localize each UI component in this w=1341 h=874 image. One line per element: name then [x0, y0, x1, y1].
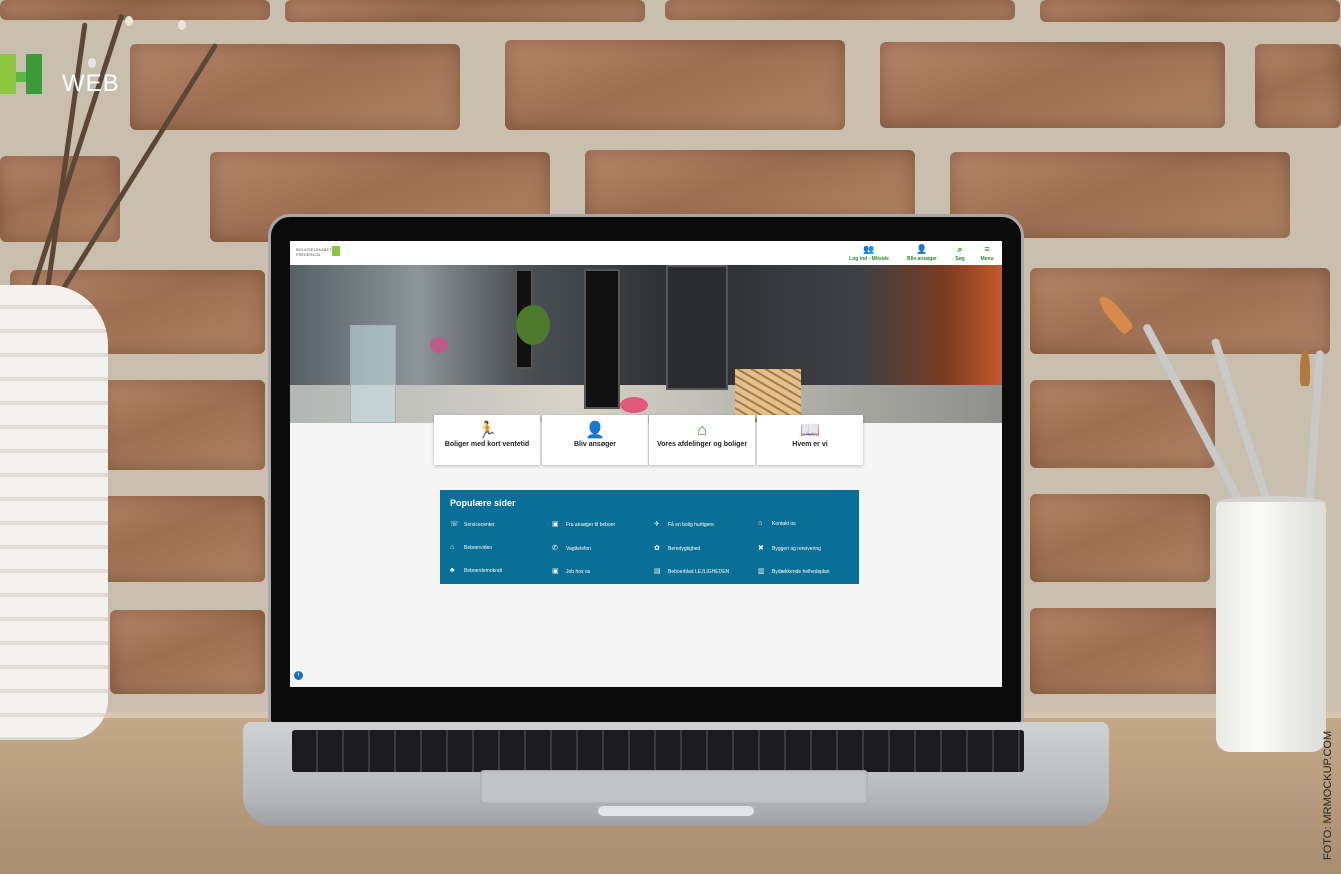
popular-link-label: Beredygtighed: [668, 546, 701, 552]
running-icon: 🏃: [477, 422, 497, 439]
users-icon: 👥: [863, 244, 875, 254]
nav-login-label: Log ind - Mitside: [849, 256, 889, 262]
popular-link-label: Byggeri og renovering: [772, 546, 821, 552]
popular-link-label: Kontakt os: [772, 521, 796, 527]
nav-menu[interactable]: ≡ Menu: [976, 244, 998, 262]
popular-link-label: Bydækkende helhedsplan: [772, 569, 830, 575]
tile-departments[interactable]: ⌂ Vores afdelinger og boliger: [649, 415, 755, 465]
laptop-keyboard: [292, 730, 1024, 772]
popular-link[interactable]: ▣ Job hos os: [552, 567, 590, 575]
hero-image: [290, 265, 1002, 423]
tile-about-label: Hvem er vi: [792, 441, 828, 448]
popular-link-label: Vagttelefon: [566, 546, 591, 552]
browser-screen: BOLIGSELSKABET FREDERICIA 👥 Log ind - Mi…: [290, 241, 1002, 687]
brand-label: WEB: [62, 70, 120, 97]
popular-pages: Populære sider ☏ Servicecenter ▣ Fra ansøg…: [440, 490, 859, 584]
add-user-icon: 👤: [916, 244, 928, 254]
popular-link[interactable]: ✿ Beredygtighed: [654, 544, 700, 552]
tile-departments-label: Vores afdelinger og boliger: [656, 441, 748, 448]
house-video-icon: ⌂: [450, 544, 455, 551]
site-logo-mark[interactable]: [332, 246, 340, 256]
tile-apply-label: Bliv ansøger: [573, 441, 616, 448]
popular-link[interactable]: ▣ Fra ansøger til beboer: [552, 520, 615, 528]
vase: [0, 285, 108, 740]
photo-credit: FOTO: MRMOCKUP.COM: [1322, 730, 1334, 860]
person-icon: 📖: [800, 422, 820, 439]
popular-link[interactable]: ⌂ Beboervideo: [450, 544, 492, 551]
tile-short-wait-label: Boliger med kort ventetid: [444, 441, 530, 448]
brand-logo: [0, 54, 44, 94]
tile-about[interactable]: 📖 Hvem er vi: [757, 415, 863, 465]
site-header: BOLIGSELSKABET FREDERICIA 👥 Log ind - Mi…: [290, 241, 1002, 265]
newspaper-icon: ▤: [654, 568, 661, 575]
brush-cup: [1216, 502, 1326, 752]
search-icon: ⌕: [957, 244, 963, 254]
house-icon: ⌂: [697, 422, 707, 439]
popular-link-label: Beboerdemokrati: [464, 568, 503, 574]
info-button[interactable]: i: [294, 671, 303, 680]
briefcase-icon: ▣: [552, 521, 559, 528]
popular-link-label: Job hos os: [566, 569, 591, 575]
popular-link-label: Få en bolig hurtigere: [668, 522, 714, 528]
site-logo[interactable]: BOLIGSELSKABET FREDERICIA: [296, 247, 332, 257]
popular-link[interactable]: ▤ Beboerblad LEJLIGHEDEN: [654, 567, 729, 575]
tools-icon: ✖: [758, 545, 764, 552]
phone-call-icon: ✆: [552, 545, 558, 552]
popular-link[interactable]: ▥ Bydækkende helhedsplan: [758, 567, 830, 575]
popular-link-label: Beboerblad LEJLIGHEDEN: [668, 569, 730, 575]
laptop-trackpad: [480, 770, 868, 804]
popular-link[interactable]: ✖ Byggeri og renovering: [758, 544, 821, 552]
nav-login[interactable]: 👥 Log ind - Mitside: [844, 244, 894, 262]
popular-link[interactable]: ♣ Beboerdemokrati: [450, 567, 502, 574]
nav-search[interactable]: ⌕ Søg: [950, 244, 970, 262]
glass-railing: [350, 325, 396, 423]
door-icon: ⌂: [758, 520, 763, 527]
popular-link[interactable]: ☏ Servicecenter: [450, 520, 495, 528]
menu-icon: ≡: [984, 244, 990, 254]
speed-icon: ✈: [654, 521, 660, 528]
add-user-icon: 👤: [585, 422, 605, 439]
nav-apply-label: Bliv ansøger: [906, 256, 937, 262]
tile-apply[interactable]: 👤 Bliv ansøger: [542, 415, 648, 465]
building-icon: ▥: [758, 568, 765, 575]
phone-icon: ☏: [450, 521, 459, 528]
nav-search-label: Søg: [955, 256, 965, 262]
nav-apply[interactable]: 👤 Bliv ansøger: [902, 244, 942, 262]
popular-link[interactable]: ⌂ Kontakt os: [758, 520, 796, 527]
briefcase-icon: ▣: [552, 568, 559, 575]
nav-menu-label: Menu: [980, 256, 994, 262]
popular-link[interactable]: ✈ Få en bolig hurtigere: [654, 520, 714, 528]
popular-link-label: Beboervideo: [464, 545, 493, 551]
plant-icon: ✿: [654, 545, 660, 552]
popular-title: Populære sider: [450, 498, 516, 508]
tile-short-wait[interactable]: 🏃 Boliger med kort ventetid: [434, 415, 540, 465]
laptop-hinge: [598, 806, 754, 816]
org-icon: ♣: [450, 567, 455, 574]
popular-link[interactable]: ✆ Vagttelefon: [552, 544, 591, 552]
popular-link-label: Servicecenter: [464, 522, 495, 528]
popular-link-label: Fra ansøger til beboer: [566, 522, 616, 528]
